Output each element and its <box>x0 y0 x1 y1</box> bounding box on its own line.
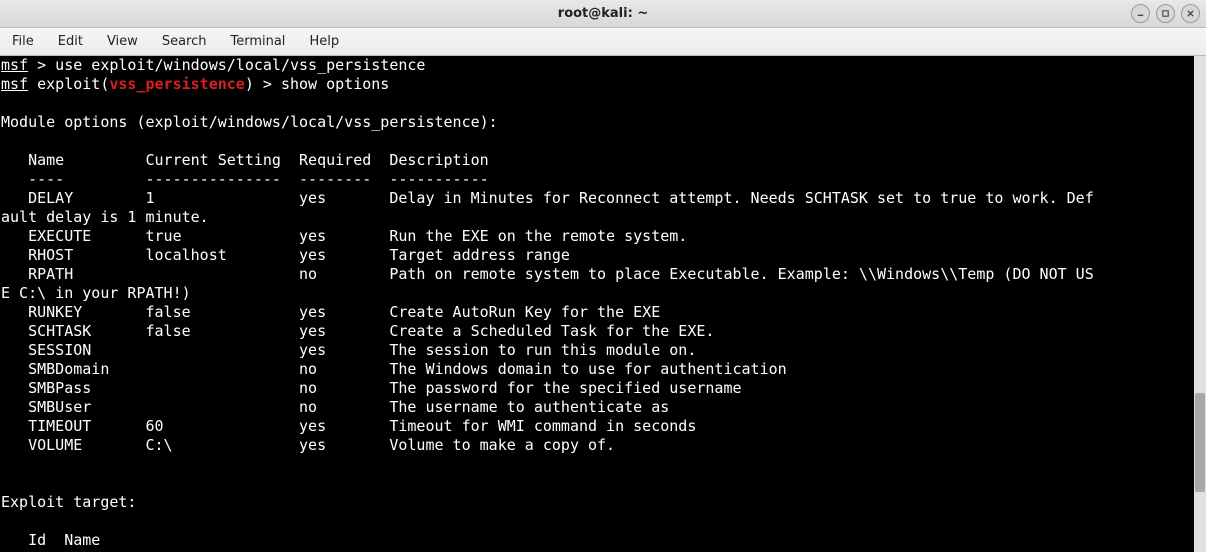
msf-prompt: msf <box>1 75 28 93</box>
maximize-button[interactable] <box>1156 4 1175 23</box>
menu-bar: File Edit View Search Terminal Help <box>0 28 1206 56</box>
scrollbar-thumb[interactable] <box>1195 393 1205 492</box>
menu-file[interactable]: File <box>6 32 40 51</box>
menu-help[interactable]: Help <box>303 32 345 51</box>
minimize-button[interactable] <box>1131 4 1150 23</box>
minimize-icon <box>1136 9 1145 18</box>
maximize-icon <box>1161 9 1170 18</box>
close-button[interactable] <box>1181 4 1200 23</box>
menu-terminal[interactable]: Terminal <box>224 32 291 51</box>
close-icon <box>1186 9 1195 18</box>
msf-prompt: msf <box>1 56 28 74</box>
exploit-name: vss_persistence <box>109 75 244 93</box>
menu-edit[interactable]: Edit <box>52 32 89 51</box>
window-title: root@kali: ~ <box>558 6 648 21</box>
menu-search[interactable]: Search <box>156 32 213 51</box>
menu-view[interactable]: View <box>101 32 144 51</box>
window-buttons <box>1131 4 1200 23</box>
terminal-container: msf > use exploit/windows/local/vss_pers… <box>0 56 1206 552</box>
scrollbar[interactable] <box>1194 56 1206 552</box>
window-titlebar: root@kali: ~ <box>0 0 1206 28</box>
terminal-output[interactable]: msf > use exploit/windows/local/vss_pers… <box>0 56 1194 552</box>
